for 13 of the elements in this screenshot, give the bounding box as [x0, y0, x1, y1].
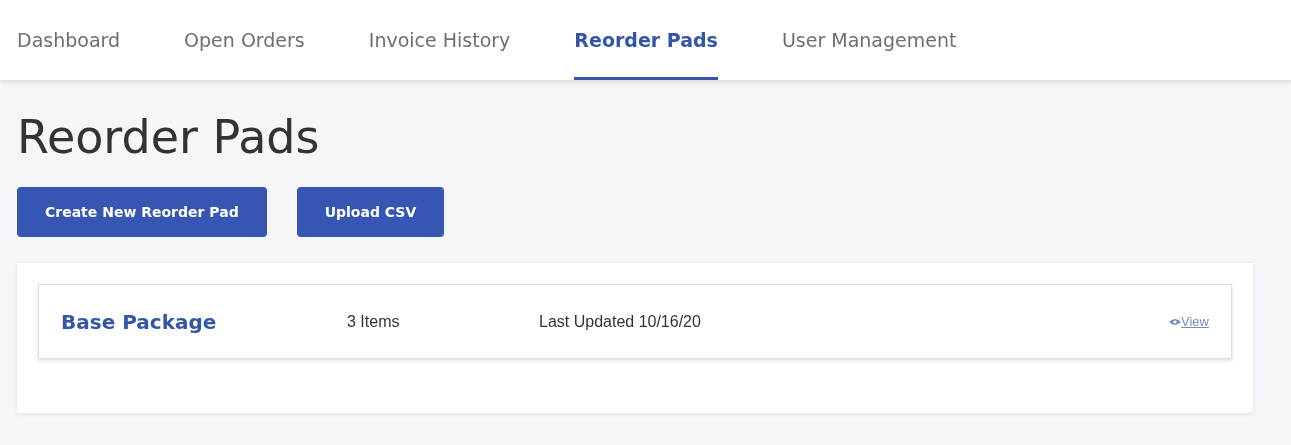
- nav-tab[interactable]: Invoice History: [368, 0, 511, 80]
- view-link[interactable]: View: [1181, 314, 1209, 330]
- nav-tab[interactable]: Open Orders: [184, 0, 305, 80]
- last-updated: Last Updated 10/16/20: [539, 312, 702, 331]
- item-count: 3 Items: [347, 312, 401, 331]
- nav-tab[interactable]: Dashboard: [17, 0, 121, 80]
- action-button[interactable]: Create New Reorder Pad: [17, 187, 267, 238]
- eye-icon: [1169, 317, 1182, 326]
- action-button[interactable]: Upload CSV: [296, 187, 445, 238]
- nav-tab[interactable]: User Management: [781, 0, 957, 80]
- page-title: Reorder Pads: [17, 110, 321, 166]
- nav-tab[interactable]: Reorder Pads: [574, 0, 718, 80]
- pad-name: Base Package: [61, 309, 218, 334]
